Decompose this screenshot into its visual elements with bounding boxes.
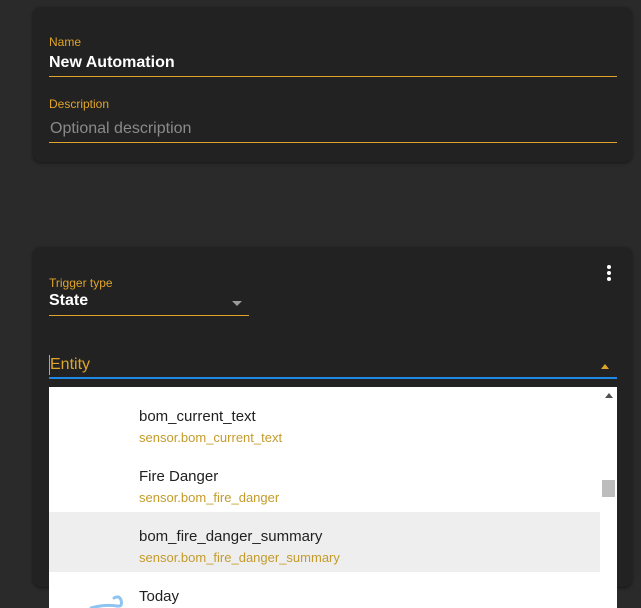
weather-windy-icon <box>89 595 123 608</box>
chevron-down-icon[interactable] <box>232 301 242 306</box>
entity-name: bom_fire_danger_summary <box>139 528 323 545</box>
name-underline <box>49 76 617 77</box>
scroll-up-arrow-icon[interactable] <box>605 393 613 398</box>
list-item-highlighted[interactable]: bom_fire_danger_summary sensor.bom_fire_… <box>49 512 600 572</box>
chevron-up-icon[interactable] <box>601 364 609 369</box>
scrollbar-thumb[interactable] <box>602 480 615 497</box>
entity-name: bom_current_text <box>139 408 256 425</box>
description-field[interactable]: Description Optional description <box>49 97 617 143</box>
more-vertical-icon <box>607 265 611 269</box>
more-vertical-icon-dot <box>607 271 611 275</box>
trigger-type-select[interactable]: Trigger type State <box>49 276 249 316</box>
entity-name: Today <box>139 588 180 605</box>
description-input[interactable]: Optional description <box>49 119 617 139</box>
list-item[interactable]: Today <box>49 572 600 608</box>
entity-underline <box>49 377 617 379</box>
entity-name: Fire Danger <box>139 468 219 485</box>
entity-id: sensor.bom_fire_danger <box>139 490 280 505</box>
dropdown-scrollbar[interactable] <box>600 387 617 608</box>
name-value[interactable]: New Automation <box>49 53 617 73</box>
overflow-menu-button[interactable] <box>604 265 614 285</box>
trigger-type-value[interactable]: State <box>49 291 249 311</box>
name-label: Name <box>49 35 82 49</box>
automation-details-card: Name New Automation Description Optional… <box>33 7 632 162</box>
entity-id: sensor.bom_current_text <box>139 430 283 445</box>
trigger-type-underline <box>49 315 249 316</box>
entity-dropdown-list[interactable]: bom_current_text sensor.bom_current_text… <box>49 387 617 608</box>
more-vertical-icon-dot <box>607 277 611 281</box>
entity-placeholder: Entity <box>50 356 91 373</box>
list-item[interactable]: Fire Danger sensor.bom_fire_danger <box>49 452 600 512</box>
description-underline <box>49 142 617 143</box>
description-label: Description <box>49 97 110 111</box>
entity-input[interactable]: Entity <box>49 353 617 379</box>
entity-id: sensor.bom_fire_danger_summary <box>139 550 340 565</box>
list-item[interactable]: bom_current_text sensor.bom_current_text <box>49 392 600 452</box>
trigger-type-label: Trigger type <box>49 276 113 290</box>
name-field[interactable]: Name New Automation <box>49 35 617 77</box>
